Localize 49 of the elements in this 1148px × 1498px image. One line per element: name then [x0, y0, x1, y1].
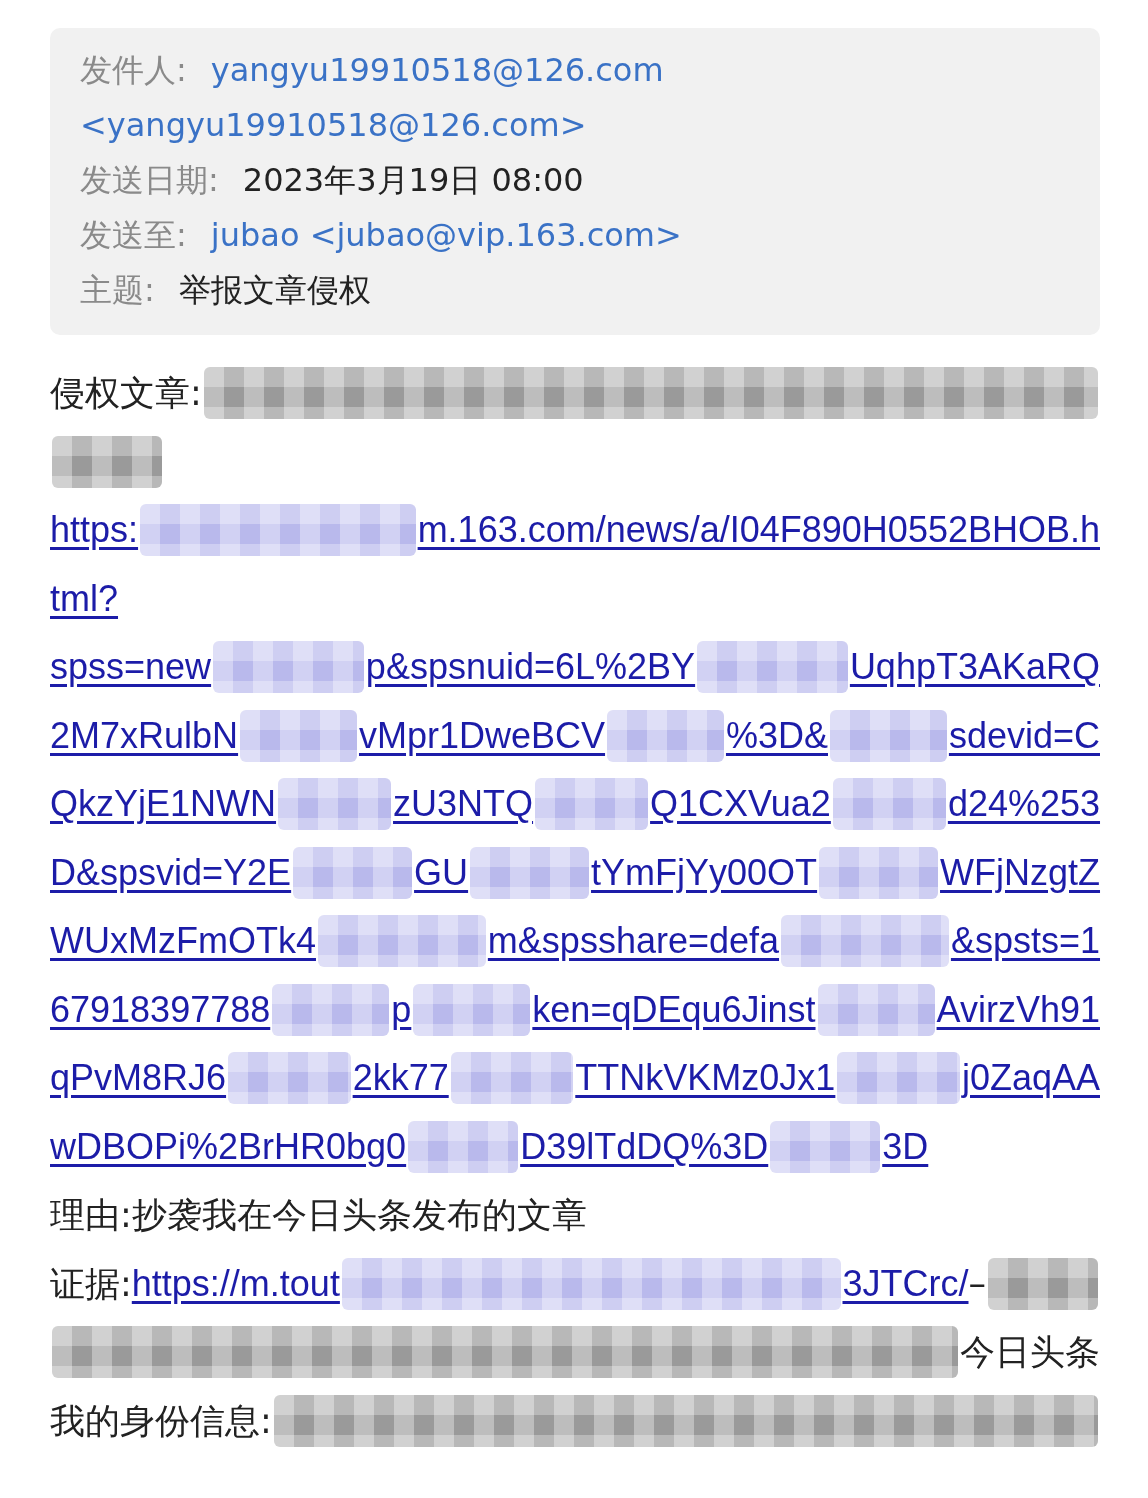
url-link[interactable]: d24%253	[947, 777, 1100, 832]
field-label: 发件人:	[80, 49, 187, 91]
field-label: 主题:	[80, 269, 155, 311]
url-link[interactable]: 3D	[882, 1119, 929, 1174]
field-value: 2023年3月19日 08:00	[242, 159, 584, 201]
url-link[interactable]: ken=qDEqu6Jinst	[532, 982, 816, 1037]
url-link[interactable]: 2M7xRulbN	[50, 708, 239, 763]
url-link[interactable]: wDBOPi%2BrHR0bg0	[50, 1119, 407, 1174]
body-text: 侵权文章:	[50, 372, 202, 415]
body-text: 理由:抄袭我在今日头条发布的文章	[50, 1194, 587, 1237]
url-link[interactable]: D39lTdDQ%3D	[520, 1119, 769, 1174]
url-link[interactable]: m&spsshare=defa	[487, 914, 780, 969]
url-link[interactable]: qPvM8RJ6	[50, 1051, 227, 1106]
url-link[interactable]: Q1CXVua2	[650, 777, 831, 832]
body-text: –	[968, 1262, 986, 1306]
body-text: 证据:	[50, 1262, 132, 1306]
url-link[interactable]: tYmFjYy00OT	[591, 845, 818, 900]
url-link[interactable]: tml?	[50, 571, 118, 626]
url-link[interactable]: zU3NTQ	[393, 777, 534, 832]
url-link[interactable]: AvirzVh91	[936, 982, 1100, 1037]
url-link[interactable]: p	[391, 982, 412, 1037]
url-link[interactable]: TTNkVKMz0Jx1	[575, 1051, 836, 1106]
url-link[interactable]: QkzYjE1NWN	[50, 777, 277, 832]
email-address-link[interactable]: yangyu19910518@126.com	[210, 45, 664, 94]
url-link[interactable]: sdevid=C	[948, 708, 1100, 763]
url-link[interactable]: WFjNzgtZ	[940, 845, 1100, 900]
body-text: 今日头条	[960, 1331, 1100, 1374]
body-text: 我的身份信息:	[50, 1399, 272, 1443]
url-link[interactable]: 67918397788	[50, 982, 271, 1037]
email-address-link[interactable]: <yangyu19910518@126.com>	[80, 100, 587, 149]
url-link[interactable]: j0ZaqAA	[961, 1051, 1100, 1106]
url-link[interactable]: p&spsnuid=6L%2BY	[365, 640, 696, 695]
field-label: 发送日期:	[80, 159, 219, 201]
url-link[interactable]: GU	[414, 845, 469, 900]
url-link[interactable]: &spsts=1	[950, 914, 1100, 969]
url-link[interactable]: https://m.tout	[131, 1256, 340, 1311]
email-address-link[interactable]: jubao <jubao@vip.163.com>	[210, 210, 682, 259]
url-link[interactable]: WUxMzFmOTk4	[50, 914, 316, 969]
url-link[interactable]: vMpr1DweBCV	[359, 708, 606, 763]
url-link[interactable]: 2kk77	[352, 1051, 449, 1106]
url-link[interactable]: 3JTCrc/	[842, 1256, 969, 1311]
url-link[interactable]: https:	[50, 503, 139, 558]
field-value: 举报文章侵权	[178, 269, 371, 311]
url-link[interactable]: m.163.com/news/a/I04F890H0552BHOB.h	[417, 503, 1100, 558]
url-link[interactable]: UqhpT3AKaRQ	[849, 640, 1100, 695]
url-link[interactable]: D&spsvid=Y2E	[50, 845, 292, 900]
url-link[interactable]: %3D&	[725, 708, 828, 763]
field-label: 发送至:	[80, 214, 187, 256]
url-link[interactable]: spss=new	[50, 640, 212, 695]
